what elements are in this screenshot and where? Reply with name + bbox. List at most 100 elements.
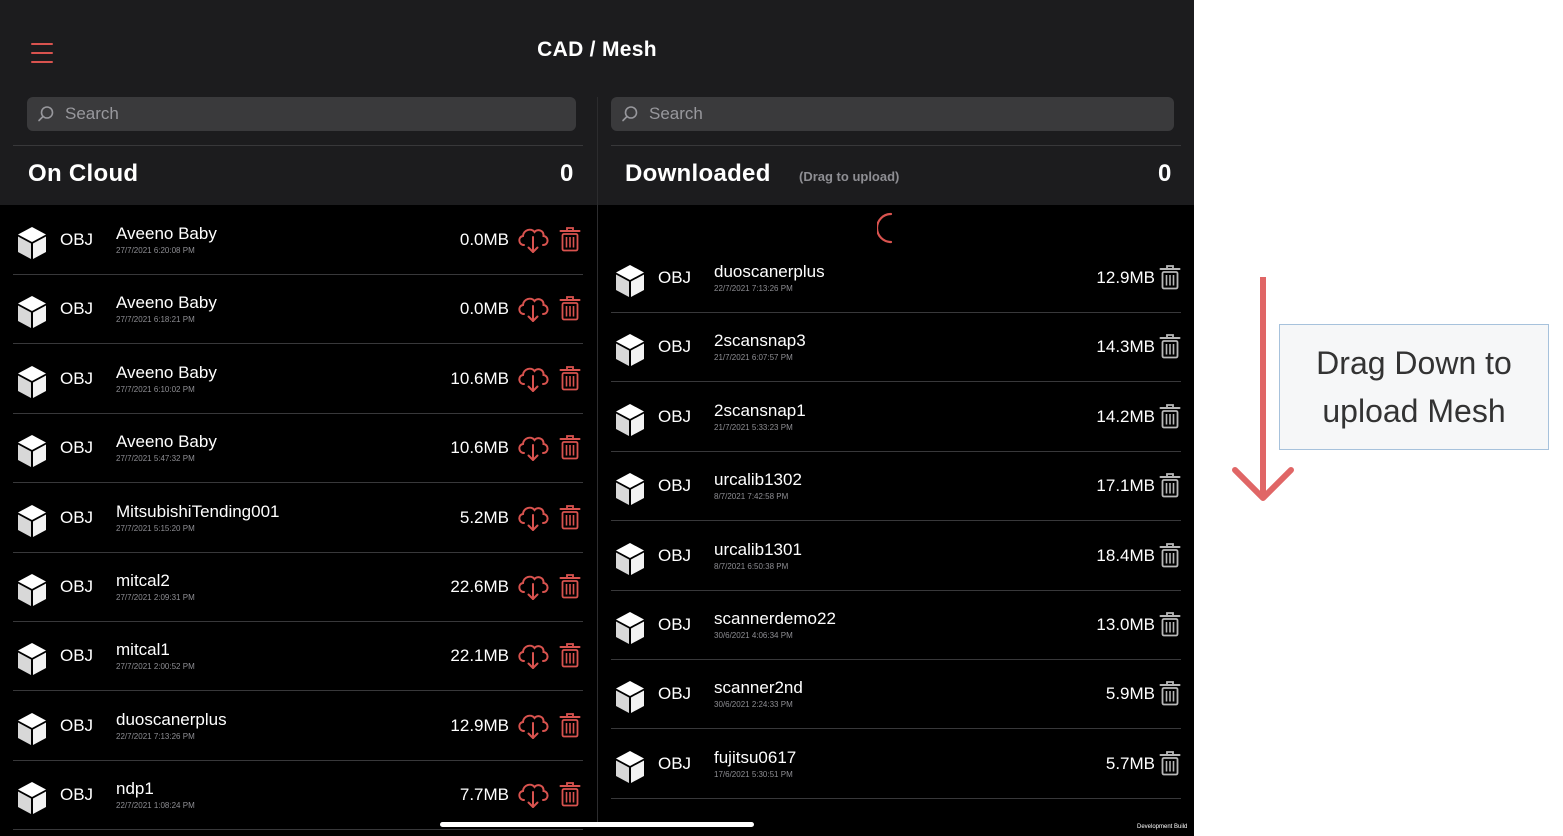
trash-icon[interactable] (1159, 611, 1181, 642)
downloaded-list-item[interactable]: OBJ scanner2nd 30/6/2021 2:24:33 PM 5.9MB (611, 660, 1181, 730)
cloud-list-item[interactable]: OBJ duoscanerplus 22/7/2021 7:13:26 PM 12.9… (13, 692, 583, 761)
drag-hint: (Drag to upload) (799, 169, 900, 184)
downloaded-list-item[interactable]: OBJ urcalib1301 8/7/2021 6:50:38 PM 18.4MB (611, 522, 1181, 591)
trash-icon[interactable] (559, 504, 581, 535)
trash-icon[interactable] (1159, 403, 1181, 434)
file-type: OBJ (60, 230, 94, 249)
file-type: OBJ (658, 406, 692, 426)
mesh-cube-icon (17, 226, 47, 265)
cloud-download-icon[interactable] (516, 504, 550, 537)
downloaded-search-input[interactable] (647, 103, 1130, 125)
file-type: OBJ (658, 684, 692, 704)
mesh-cube-icon (615, 750, 645, 789)
file-date: 27/7/2021 2:09:31 PM (116, 593, 195, 602)
search-icon (622, 106, 638, 122)
cloud-list-item[interactable]: OBJ Aveeno Baby 27/7/2021 5:47:32 PM 10.6MB (13, 414, 583, 484)
downloaded-search-bar[interactable] (611, 97, 1174, 131)
file-date: 30/6/2021 4:06:34 PM (714, 631, 793, 640)
file-name: scannerdemo22 (714, 609, 836, 628)
mesh-cube-icon (615, 472, 645, 511)
cloud-list-item[interactable]: OBJ Aveeno Baby 27/7/2021 6:18:21 PM 0.0MB (13, 275, 583, 345)
file-date: 21/7/2021 6:07:57 PM (714, 353, 793, 363)
cloud-section-title: On Cloud (28, 160, 139, 187)
file-size: 12.9MB (450, 715, 509, 735)
file-type: OBJ (658, 545, 692, 565)
file-size: 12.9MB (1096, 268, 1155, 287)
file-date: 22/7/2021 7:13:26 PM (714, 284, 793, 293)
trash-icon[interactable] (1159, 264, 1181, 295)
trash-icon[interactable] (559, 642, 581, 673)
file-size: 14.3MB (1096, 337, 1155, 357)
file-type: OBJ (60, 785, 94, 805)
downloaded-list-item[interactable]: OBJ 2scansnap1 21/7/2021 5:33:23 PM 14.2MB (611, 383, 1181, 452)
trash-icon[interactable] (559, 434, 581, 465)
file-date: 17/6/2021 5:30:51 PM (714, 769, 793, 779)
cloud-list-item[interactable]: OBJ Aveeno Baby 27/7/2021 6:10:02 PM 10.6MB (13, 345, 583, 414)
cloud-list-item[interactable]: OBJ MitsubishiTending001 27/7/2021 5:15:20… (13, 484, 583, 553)
file-size: 14.2MB (1096, 406, 1155, 426)
trash-icon[interactable] (1159, 680, 1181, 711)
file-type: OBJ (60, 577, 94, 596)
divider (13, 145, 583, 146)
cloud-list-item[interactable]: OBJ Aveeno Baby 27/7/2021 6:20:08 PM 0.0MB (13, 206, 583, 275)
row-divider (611, 797, 1181, 799)
cloud-list-item[interactable]: OBJ ndp1 22/7/2021 1:08:24 PM 7.7MB (13, 761, 583, 831)
cloud-download-icon[interactable] (516, 642, 550, 675)
file-name: duoscanerplus (714, 262, 825, 281)
downloaded-list-item[interactable]: OBJ duoscanerplus 22/7/2021 7:13:26 PM 12.9… (611, 244, 1181, 313)
file-size: 10.6MB (450, 438, 509, 458)
downloaded-list-item[interactable]: OBJ urcalib1302 8/7/2021 7:42:58 PM 17.1MB (611, 452, 1181, 522)
cloud-download-icon[interactable] (516, 226, 550, 259)
file-type: OBJ (658, 476, 692, 496)
mesh-cube-icon (615, 333, 645, 372)
file-type: OBJ (658, 268, 692, 287)
cloud-download-icon[interactable] (516, 434, 550, 467)
file-name: 2scansnap1 (714, 400, 806, 420)
file-name: mitcal1 (116, 640, 170, 660)
downloaded-list-item[interactable]: OBJ 2scansnap3 21/7/2021 6:07:57 PM 14.3MB (611, 313, 1181, 383)
file-size: 17.1MB (1096, 476, 1155, 496)
file-type: OBJ (658, 615, 692, 634)
file-name: urcalib1301 (714, 539, 802, 559)
cloud-download-icon[interactable] (516, 365, 550, 398)
cloud-list-item[interactable]: OBJ mitcal1 27/7/2021 2:00:52 PM 22.1MB (13, 622, 583, 692)
trash-icon[interactable] (559, 781, 581, 812)
trash-icon[interactable] (559, 295, 581, 326)
file-name: scanner2nd (714, 678, 803, 698)
file-date: 30/6/2021 2:24:33 PM (714, 700, 793, 710)
file-name: urcalib1302 (714, 470, 802, 490)
app-screen: CAD / Mesh On Cloud 0 Downloaded (Drag t… (0, 0, 1194, 836)
file-date: 8/7/2021 6:50:38 PM (714, 561, 789, 571)
file-size: 5.7MB (1105, 753, 1155, 773)
cloud-list-item[interactable]: OBJ mitcal2 27/7/2021 2:09:31 PM 22.6MB (13, 553, 583, 622)
trash-icon[interactable] (1159, 542, 1181, 573)
file-name: Aveeno Baby (116, 224, 217, 243)
cloud-download-icon[interactable] (516, 295, 550, 328)
cloud-download-icon[interactable] (516, 573, 550, 606)
file-type: OBJ (658, 337, 692, 357)
cloud-download-icon[interactable] (516, 712, 550, 745)
trash-icon[interactable] (1159, 750, 1181, 781)
file-date: 22/7/2021 7:13:26 PM (116, 731, 195, 741)
file-size: 22.1MB (450, 646, 509, 666)
trash-icon[interactable] (1159, 472, 1181, 503)
mesh-cube-icon (17, 434, 47, 473)
file-date: 8/7/2021 7:42:58 PM (714, 492, 789, 502)
trash-icon[interactable] (559, 712, 581, 743)
downloaded-list-item[interactable]: OBJ fujitsu0617 17/6/2021 5:30:51 PM 5.7MB (611, 730, 1181, 799)
dev-build-label: Development Build (1137, 824, 1188, 830)
cloud-download-icon[interactable] (516, 781, 550, 814)
file-type: OBJ (60, 438, 94, 458)
trash-icon[interactable] (559, 573, 581, 604)
trash-icon[interactable] (1159, 333, 1181, 364)
trash-icon[interactable] (559, 365, 581, 396)
mesh-cube-icon (17, 365, 47, 404)
file-name: Aveeno Baby (116, 293, 217, 313)
file-name: Aveeno Baby (116, 362, 217, 382)
file-date: 27/7/2021 5:47:32 PM (116, 454, 195, 464)
downloaded-list-item[interactable]: OBJ scannerdemo22 30/6/2021 4:06:34 PM 13.0… (611, 591, 1181, 660)
cloud-search-input[interactable] (63, 103, 534, 125)
cloud-search-bar[interactable] (27, 97, 576, 131)
mesh-cube-icon (17, 781, 47, 820)
trash-icon[interactable] (559, 226, 581, 257)
